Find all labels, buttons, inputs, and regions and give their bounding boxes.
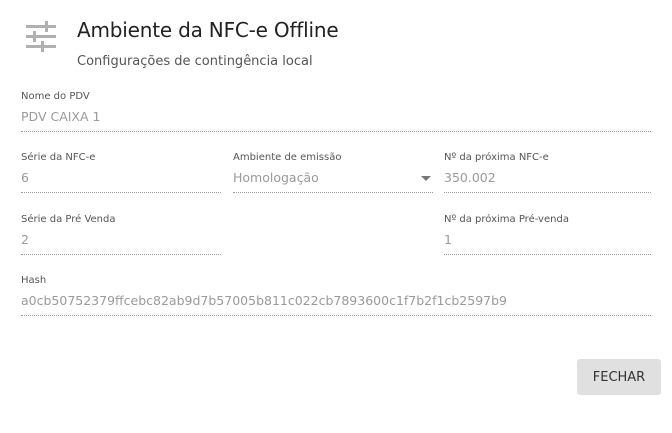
nfce-series-label: Série da NFC-e [21, 152, 96, 163]
pdv-name-field[interactable]: Nome do PDV PDV CAIXA 1 [21, 91, 651, 135]
presale-series-underline [21, 254, 221, 255]
next-presale-underline [444, 254, 651, 255]
next-presale-field[interactable]: Nº da próxima Pré-venda 1 [444, 214, 651, 258]
close-button[interactable]: FECHAR [577, 359, 661, 395]
hash-value: a0cb50752379ffcebc82ab9d7b57005b811c022c… [21, 293, 507, 308]
nfce-offline-dialog: Ambiente da NFC-e Offline Configurações … [0, 0, 672, 433]
emission-env-label: Ambiente de emissão [233, 152, 342, 163]
nfce-series-value: 6 [21, 170, 29, 185]
nfce-series-field[interactable]: Série da NFC-e 6 [21, 152, 221, 196]
emission-env-select[interactable]: Ambiente de emissão Homologação [233, 152, 433, 196]
dialog-title: Ambiente da NFC-e Offline [77, 18, 339, 42]
emission-env-underline [233, 192, 433, 193]
next-nfce-label: Nº da próxima NFC-e [444, 152, 549, 163]
next-nfce-value: 350.002 [444, 170, 496, 185]
sliders-icon [26, 21, 56, 52]
next-nfce-field[interactable]: Nº da próxima NFC-e 350.002 [444, 152, 651, 196]
pdv-name-value: PDV CAIXA 1 [21, 109, 101, 124]
nfce-series-underline [21, 192, 221, 193]
presale-series-field[interactable]: Série da Pré Venda 2 [21, 214, 221, 258]
hash-field[interactable]: Hash a0cb50752379ffcebc82ab9d7b57005b811… [21, 275, 651, 319]
pdv-name-label: Nome do PDV [21, 91, 90, 102]
dialog-subtitle: Configurações de contingência local [77, 54, 313, 69]
pdv-name-underline [21, 131, 651, 132]
hash-label: Hash [21, 275, 47, 286]
next-presale-label: Nº da próxima Pré-venda [444, 214, 569, 225]
presale-series-value: 2 [21, 232, 29, 247]
hash-underline [21, 315, 651, 316]
chevron-down-icon[interactable] [421, 176, 431, 181]
presale-series-label: Série da Pré Venda [21, 214, 116, 225]
next-nfce-underline [444, 192, 651, 193]
next-presale-value: 1 [444, 232, 452, 247]
emission-env-value: Homologação [233, 170, 319, 185]
